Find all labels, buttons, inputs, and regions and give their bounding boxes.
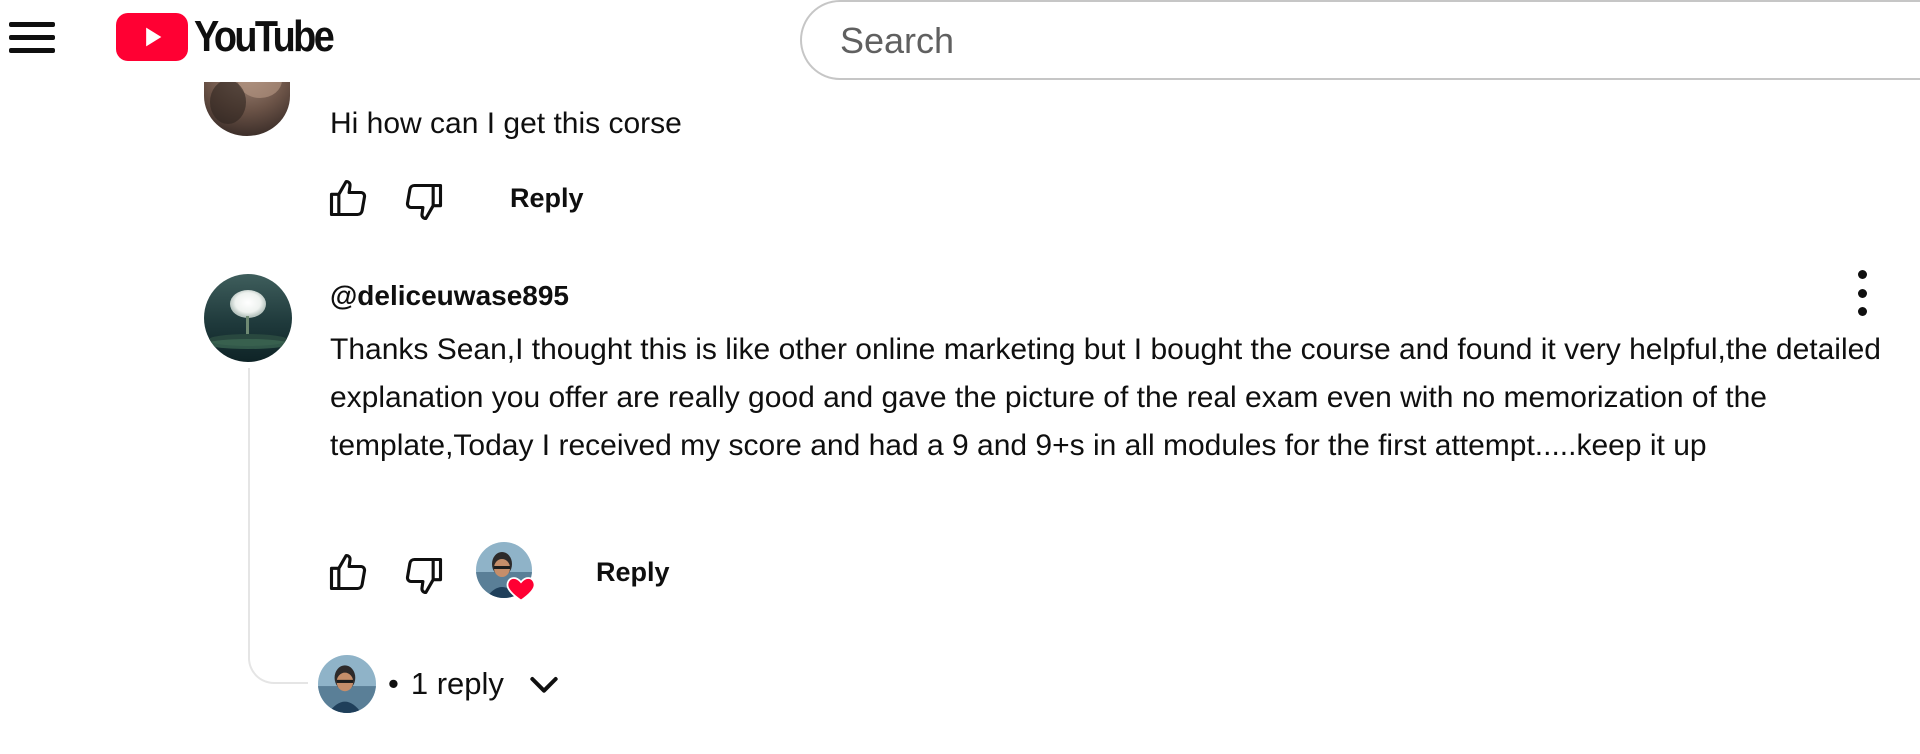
heart-icon — [506, 577, 536, 602]
more-actions-button[interactable] — [1850, 270, 1874, 316]
view-replies-button[interactable]: • 1 reply — [318, 654, 564, 714]
comment-text: Thanks Sean,I thought this is like other… — [330, 333, 1881, 462]
separator-dot: • — [388, 666, 399, 701]
like-button[interactable] — [326, 550, 370, 594]
chevron-down-icon — [530, 677, 558, 693]
masthead: YouTube — [0, 0, 1920, 82]
reply-button[interactable]: Reply — [596, 554, 670, 590]
youtube-play-icon — [116, 13, 188, 61]
comment-author[interactable]: @deliceuwase895 — [330, 278, 569, 314]
avatar-deliceuwase895[interactable] — [204, 274, 292, 362]
youtube-comments-page: Hi how can I get this corse Reply @delic… — [0, 0, 1920, 754]
logo-text: YouTube — [194, 12, 335, 61]
search-box[interactable] — [800, 0, 1920, 80]
like-button[interactable] — [326, 176, 370, 220]
dislike-button[interactable] — [402, 180, 446, 224]
more-vert-icon — [1857, 270, 1867, 279]
replies-count: 1 reply — [410, 666, 504, 701]
thread-line — [248, 368, 308, 684]
search-input[interactable] — [838, 10, 1742, 72]
reply-avatar — [318, 655, 376, 713]
dislike-button[interactable] — [402, 554, 446, 598]
hamburger-menu-icon[interactable] — [2, 12, 60, 62]
comment-text: Hi how can I get this corse — [330, 107, 682, 140]
youtube-logo[interactable]: YouTube — [116, 12, 355, 62]
reply-button[interactable]: Reply — [510, 180, 584, 216]
